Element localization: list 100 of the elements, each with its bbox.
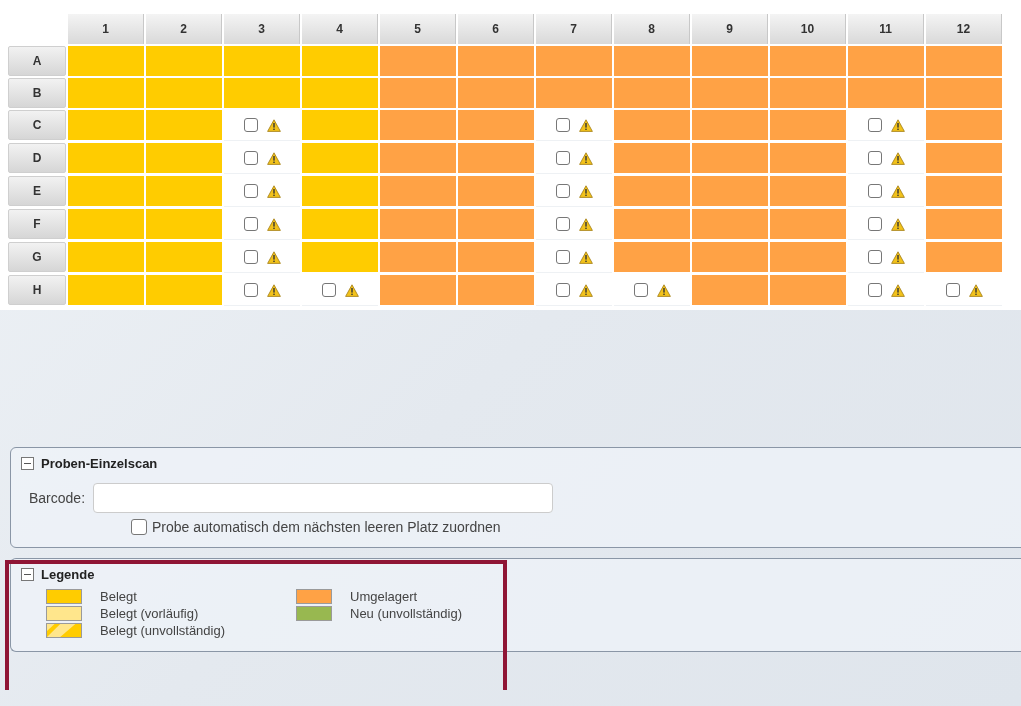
checkbox[interactable] <box>867 283 882 297</box>
well-cell[interactable] <box>614 143 690 173</box>
checkbox[interactable] <box>321 283 336 297</box>
well-cell[interactable] <box>302 46 378 76</box>
well-cell[interactable] <box>146 242 222 272</box>
well-cell[interactable] <box>380 176 456 206</box>
well-cell[interactable] <box>614 242 690 272</box>
well-cell[interactable] <box>302 143 378 173</box>
well-cell[interactable] <box>458 143 534 173</box>
well-cell[interactable] <box>770 46 846 76</box>
well-cell[interactable] <box>146 78 222 108</box>
well-cell[interactable] <box>770 110 846 140</box>
well-cell[interactable] <box>68 242 144 272</box>
well-cell[interactable] <box>224 46 300 76</box>
well-cell[interactable] <box>926 176 1002 206</box>
checkbox[interactable] <box>243 283 258 297</box>
well-cell[interactable] <box>380 143 456 173</box>
well-cell[interactable] <box>692 242 768 272</box>
well-cell[interactable] <box>770 78 846 108</box>
well-cell[interactable] <box>926 78 1002 108</box>
well-cell[interactable] <box>614 110 690 140</box>
checkbox[interactable] <box>555 184 570 198</box>
well-cell[interactable] <box>458 78 534 108</box>
well-cell[interactable] <box>68 176 144 206</box>
well-cell[interactable] <box>302 209 378 239</box>
well-cell[interactable] <box>926 46 1002 76</box>
well-cell[interactable] <box>380 275 456 305</box>
well-cell[interactable] <box>926 110 1002 140</box>
well-cell[interactable] <box>68 143 144 173</box>
well-cell[interactable] <box>380 209 456 239</box>
well-cell[interactable] <box>146 143 222 173</box>
well-cell[interactable] <box>926 209 1002 239</box>
well-cell[interactable] <box>380 110 456 140</box>
well-cell[interactable] <box>458 209 534 239</box>
well-cell[interactable] <box>692 143 768 173</box>
checkbox[interactable] <box>867 250 882 264</box>
well-cell[interactable] <box>458 110 534 140</box>
well-cell[interactable] <box>458 46 534 76</box>
well-cell[interactable] <box>146 46 222 76</box>
well-cell[interactable] <box>614 176 690 206</box>
well-cell[interactable] <box>848 46 924 76</box>
checkbox[interactable] <box>243 184 258 198</box>
collapse-icon[interactable] <box>21 457 34 470</box>
well-cell[interactable] <box>692 78 768 108</box>
checkbox[interactable] <box>243 118 258 132</box>
well-cell[interactable] <box>692 110 768 140</box>
well-cell[interactable] <box>302 176 378 206</box>
well-cell[interactable] <box>770 143 846 173</box>
checkbox[interactable] <box>945 283 960 297</box>
well-cell[interactable] <box>302 78 378 108</box>
well-cell[interactable] <box>926 143 1002 173</box>
well-cell[interactable] <box>146 275 222 305</box>
well-cell[interactable] <box>692 275 768 305</box>
well-cell[interactable] <box>380 242 456 272</box>
checkbox[interactable] <box>555 217 570 231</box>
well-cell[interactable] <box>536 78 612 108</box>
checkbox[interactable] <box>243 151 258 165</box>
well-cell[interactable] <box>926 242 1002 272</box>
collapse-icon[interactable] <box>21 568 34 581</box>
well-cell[interactable] <box>692 46 768 76</box>
well-cell[interactable] <box>68 209 144 239</box>
well-cell[interactable] <box>68 46 144 76</box>
checkbox[interactable] <box>867 184 882 198</box>
well-cell[interactable] <box>146 209 222 239</box>
well-cell[interactable] <box>458 275 534 305</box>
well-cell[interactable] <box>848 78 924 108</box>
well-cell[interactable] <box>380 46 456 76</box>
checkbox[interactable] <box>867 217 882 231</box>
well-cell[interactable] <box>614 46 690 76</box>
well-cell[interactable] <box>692 176 768 206</box>
well-cell[interactable] <box>68 275 144 305</box>
well-cell[interactable] <box>302 242 378 272</box>
well-cell[interactable] <box>146 176 222 206</box>
barcode-field[interactable] <box>93 483 554 513</box>
well-cell[interactable] <box>692 209 768 239</box>
checkbox[interactable] <box>555 283 570 297</box>
well-cell[interactable] <box>458 242 534 272</box>
well-cell[interactable] <box>380 78 456 108</box>
well-cell[interactable] <box>302 110 378 140</box>
checkbox[interactable] <box>867 118 882 132</box>
checkbox[interactable] <box>555 151 570 165</box>
well-cell[interactable] <box>68 78 144 108</box>
checkbox[interactable] <box>633 283 648 297</box>
well-cell[interactable] <box>770 176 846 206</box>
well-cell[interactable] <box>146 110 222 140</box>
well-cell[interactable] <box>614 78 690 108</box>
checkbox[interactable] <box>867 151 882 165</box>
well-cell[interactable] <box>68 110 144 140</box>
checkbox[interactable] <box>555 118 570 132</box>
checkbox[interactable] <box>243 250 258 264</box>
well-cell[interactable] <box>458 176 534 206</box>
checkbox[interactable] <box>131 519 147 535</box>
well-cell[interactable] <box>770 209 846 239</box>
well-cell[interactable] <box>770 242 846 272</box>
well-cell[interactable] <box>224 78 300 108</box>
checkbox[interactable] <box>243 217 258 231</box>
well-cell[interactable] <box>536 46 612 76</box>
well-cell[interactable] <box>770 275 846 305</box>
well-cell[interactable] <box>614 209 690 239</box>
checkbox[interactable] <box>555 250 570 264</box>
